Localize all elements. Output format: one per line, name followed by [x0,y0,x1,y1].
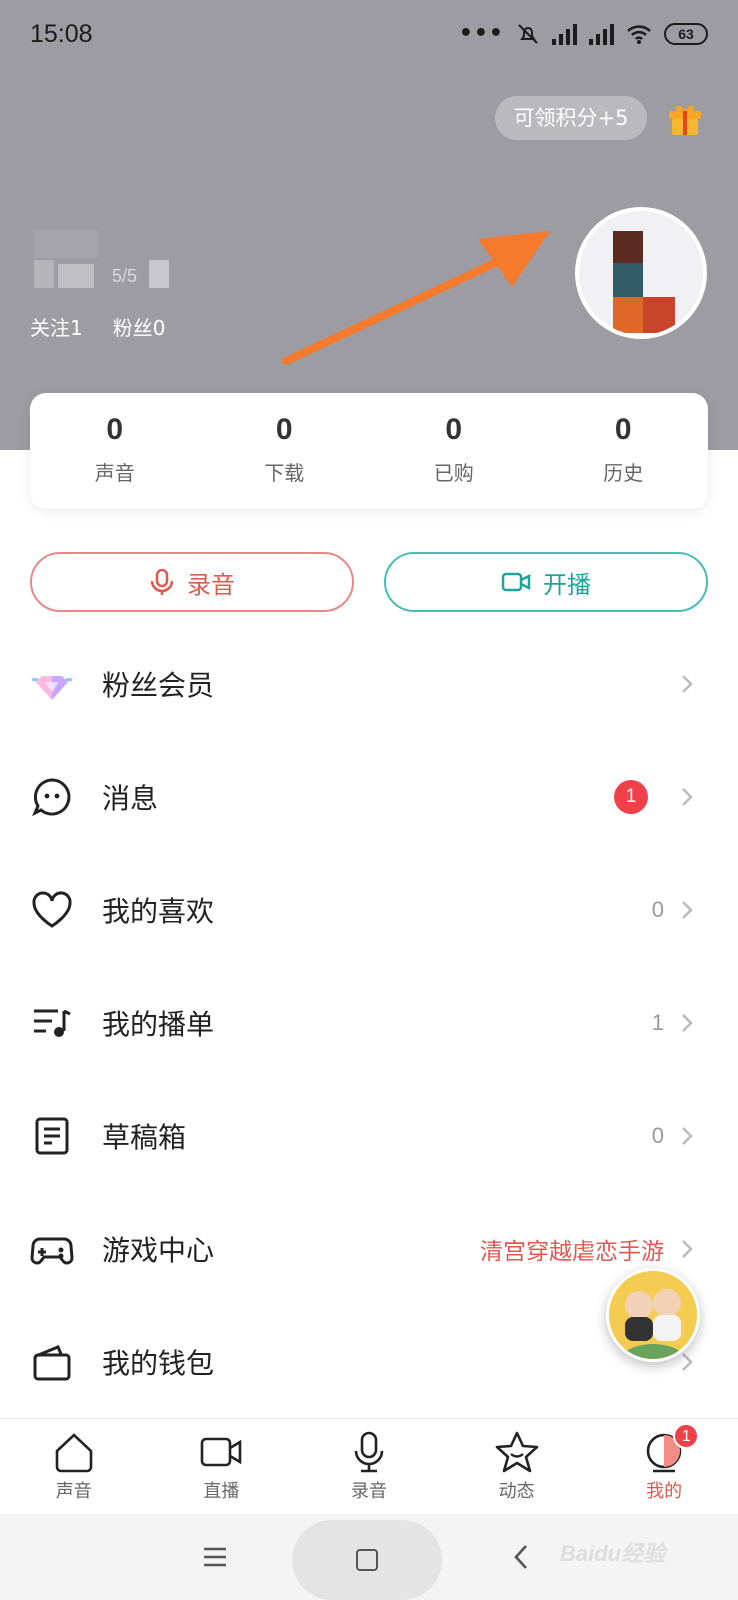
game-promo-text: 清宫穿越虐恋手游 [480,1238,664,1265]
menu-item-label: 我的钱包 [102,1346,215,1380]
tab-live[interactable]: 直播 [148,1419,296,1514]
chevron-right-icon [682,674,693,693]
user-id-partial: 5/5 [112,266,137,286]
stat-downloads[interactable]: 0 下载 [200,393,370,509]
menu-item-label: 我的播单 [102,1007,215,1041]
menu-item-label: 游戏中心 [102,1233,215,1267]
menu-item-label: 消息 [102,781,159,815]
menu-item-label: 粉丝会员 [102,668,215,702]
mute-bell-icon [518,24,538,44]
wifi-icon [627,25,651,44]
stat-purchased[interactable]: 0 已购 [369,393,539,509]
gamepad-icon [30,1227,74,1271]
chevron-right-icon [682,1352,693,1371]
record-button[interactable]: 录音 [30,552,354,612]
heart-icon [30,888,74,932]
annotation-arrow [282,231,550,365]
floating-promo-button[interactable] [606,1268,700,1362]
tab-label: 我的 [646,1481,683,1502]
stat-value: 0 [445,413,463,446]
chevron-right-icon [682,787,693,806]
playlist-icon [30,1001,74,1045]
tab-label: 声音 [55,1481,92,1502]
back-icon[interactable] [512,1542,530,1572]
menu-item-label: 我的喜欢 [102,894,215,928]
fans-count[interactable]: 粉丝0 [113,312,166,341]
stats-card: 0 声音 0 下载 0 已购 0 历史 [30,393,708,509]
more-dots-icon: ••• [458,21,504,46]
record-button-label: 录音 [187,570,235,599]
recent-apps-icon[interactable] [200,1544,230,1570]
signal-hd-icon [552,23,577,45]
tab-me[interactable]: 1 我的 [590,1419,738,1514]
star-icon [495,1431,538,1473]
stat-label: 下载 [264,461,305,485]
wallet-icon [30,1340,74,1384]
tab-sounds[interactable]: 声音 [0,1419,148,1514]
chat-bubble-icon [30,775,74,819]
avatar-image [579,211,703,335]
menu-item-label: 草稿箱 [102,1120,187,1154]
signal-icon [589,23,614,45]
status-bar: 15:08 ••• 63 [0,0,738,70]
menu-item-messages[interactable]: 消息 1 [0,740,738,853]
chevron-right-icon [682,1126,693,1145]
home-icon [55,1433,93,1473]
go-live-button-label: 开播 [543,570,591,599]
tab-label: 录音 [350,1481,387,1502]
tab-record[interactable]: 录音 [295,1419,443,1514]
chevron-right-icon [682,900,693,919]
following-count[interactable]: 关注1 [30,312,83,341]
watermark: Baidu经验 [560,1541,666,1566]
status-time: 15:08 [30,20,93,48]
menu-item-playlists[interactable]: 我的播单 1 [0,966,738,1079]
diamond-icon [30,662,74,706]
tab-moments[interactable]: 动态 [443,1419,591,1514]
menu-item-fan-membership[interactable]: 粉丝会员 [0,627,738,740]
battery-indicator: 63 [664,23,708,45]
stat-history[interactable]: 0 历史 [539,393,709,509]
stat-value: 0 [275,413,293,446]
menu-item-value: 0 [651,896,664,922]
stat-value: 0 [106,413,124,446]
stat-label: 声音 [94,461,135,485]
username-blurred: 5/5 [34,230,169,288]
microphone-icon [354,1431,384,1473]
bottom-tab-bar: 声音 直播 录音 动态 1 我的 [0,1418,738,1514]
stat-label: 已购 [433,461,474,485]
points-claim-button[interactable]: 可领积分+5 [495,96,647,140]
video-camera-icon [501,572,531,592]
chevron-right-icon [682,1013,693,1032]
promo-character-image [609,1271,697,1359]
stat-label: 历史 [603,461,644,485]
menu-item-drafts[interactable]: 草稿箱 0 [0,1079,738,1192]
stat-sounds[interactable]: 0 声音 [30,393,200,509]
tab-label: 动态 [498,1481,535,1502]
menu-item-favorites[interactable]: 我的喜欢 0 [0,853,738,966]
system-navigation-bar: Baidu经验 [0,1514,738,1600]
square-icon [356,1549,378,1571]
profile-header: 15:08 ••• 63 可领积分+5 5/5 关注1 粉丝0 [0,0,738,450]
stat-value: 0 [614,413,632,446]
go-live-button[interactable]: 开播 [384,552,708,612]
menu-item-value: 1 [651,1009,664,1035]
avatar[interactable] [575,207,707,339]
chevron-right-icon [682,1239,693,1258]
tab-label: 直播 [203,1481,240,1502]
video-camera-icon [201,1437,242,1467]
unread-badge: 1 [614,779,648,814]
menu-item-value: 0 [651,1122,664,1148]
tab-badge: 1 [673,1423,700,1449]
draft-document-icon [30,1114,74,1158]
microphone-icon [150,568,174,595]
home-button[interactable] [292,1520,442,1600]
gift-icon[interactable] [666,99,704,137]
